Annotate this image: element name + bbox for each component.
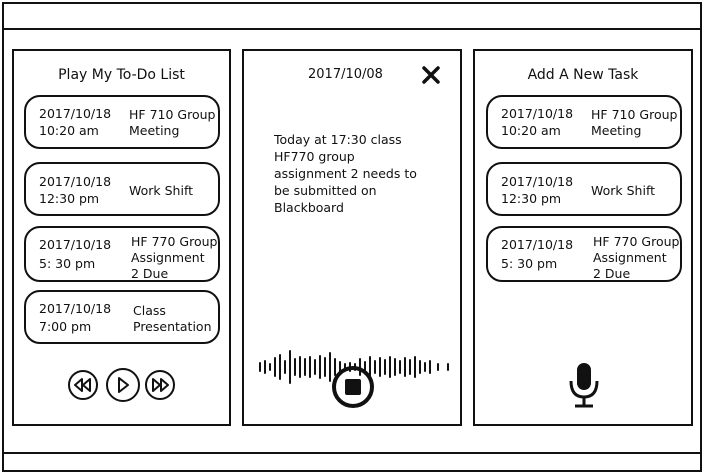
task-desc: HF 710 Group — [129, 107, 216, 122]
fast-forward-icon — [152, 378, 169, 392]
play-todo-panel: Play My To-Do List 2017/10/18 10:20 am H… — [12, 49, 231, 426]
rewind-button[interactable] — [68, 370, 98, 400]
bottom-divider — [2, 452, 702, 454]
message-line: be submitted on — [274, 183, 377, 198]
task-desc: Work Shift — [591, 183, 656, 198]
top-divider — [2, 28, 702, 30]
task-time: 10:20 am — [39, 123, 99, 138]
message-line: HF770 group — [274, 149, 355, 164]
microphone-icon[interactable] — [567, 361, 601, 409]
panel-title: Play My To-Do List — [58, 67, 185, 83]
task-desc: Meeting — [591, 123, 642, 138]
task-card[interactable]: 2017/10/18 7:00 pm Class Presentation — [24, 290, 220, 344]
message-line: Today at 17:30 class — [274, 132, 402, 147]
task-card[interactable]: 2017/10/18 12:30 pm Work Shift — [486, 162, 682, 216]
detail-message: Today at 17:30 class HF770 group assignm… — [274, 131, 444, 216]
message-line: Blackboard — [274, 200, 344, 215]
task-desc: Assignment — [593, 250, 667, 265]
task-time: 7:00 pm — [39, 319, 92, 334]
play-icon — [118, 377, 129, 393]
task-desc: Class — [133, 303, 166, 318]
task-desc: Assignment — [131, 250, 205, 265]
task-date: 2017/10/18 — [39, 106, 112, 121]
task-desc: 2 Due — [131, 266, 169, 281]
task-desc: Work Shift — [129, 183, 194, 198]
task-time: 12:30 pm — [501, 191, 562, 206]
close-icon[interactable] — [422, 66, 440, 84]
stop-icon[interactable] — [331, 365, 375, 409]
task-card[interactable]: 2017/10/18 5: 30 pm HF 770 Group Assignm… — [24, 226, 220, 282]
task-time: 12:30 pm — [39, 191, 100, 206]
task-date: 2017/10/18 — [501, 174, 574, 189]
fast-forward-button[interactable] — [145, 370, 175, 400]
detail-date: 2017/10/08 — [308, 67, 383, 82]
task-desc: HF 710 Group — [591, 107, 678, 122]
task-card[interactable]: 2017/10/18 12:30 pm Work Shift — [24, 162, 220, 216]
task-date: 2017/10/18 — [39, 301, 112, 316]
task-desc: Presentation — [133, 319, 212, 334]
task-card[interactable]: 2017/10/18 5: 30 pm HF 770 Group Assignm… — [486, 226, 682, 282]
message-line: assignment 2 needs to — [274, 166, 417, 181]
task-detail-panel: 2017/10/08 Today at 17:30 class HF770 gr… — [242, 49, 462, 426]
task-time: 5: 30 pm — [501, 256, 558, 271]
task-date: 2017/10/18 — [501, 106, 574, 121]
task-date: 2017/10/18 — [39, 237, 112, 252]
add-task-panel: Add A New Task 2017/10/18 10:20 am HF 71… — [473, 49, 693, 426]
task-time: 5: 30 pm — [39, 256, 96, 271]
task-card[interactable]: 2017/10/18 10:20 am HF 710 Group Meeting — [486, 95, 682, 149]
task-desc: Meeting — [129, 123, 180, 138]
task-date: 2017/10/18 — [39, 174, 112, 189]
task-card[interactable]: 2017/10/18 10:20 am HF 710 Group Meeting — [24, 95, 220, 149]
rewind-icon — [74, 378, 91, 392]
task-desc: 2 Due — [593, 266, 631, 281]
task-date: 2017/10/18 — [501, 237, 574, 252]
play-button[interactable] — [106, 368, 140, 402]
task-desc: HF 770 Group — [131, 234, 218, 249]
panel-title: Add A New Task — [527, 67, 639, 83]
task-desc: HF 770 Group — [593, 234, 680, 249]
task-time: 10:20 am — [501, 123, 561, 138]
